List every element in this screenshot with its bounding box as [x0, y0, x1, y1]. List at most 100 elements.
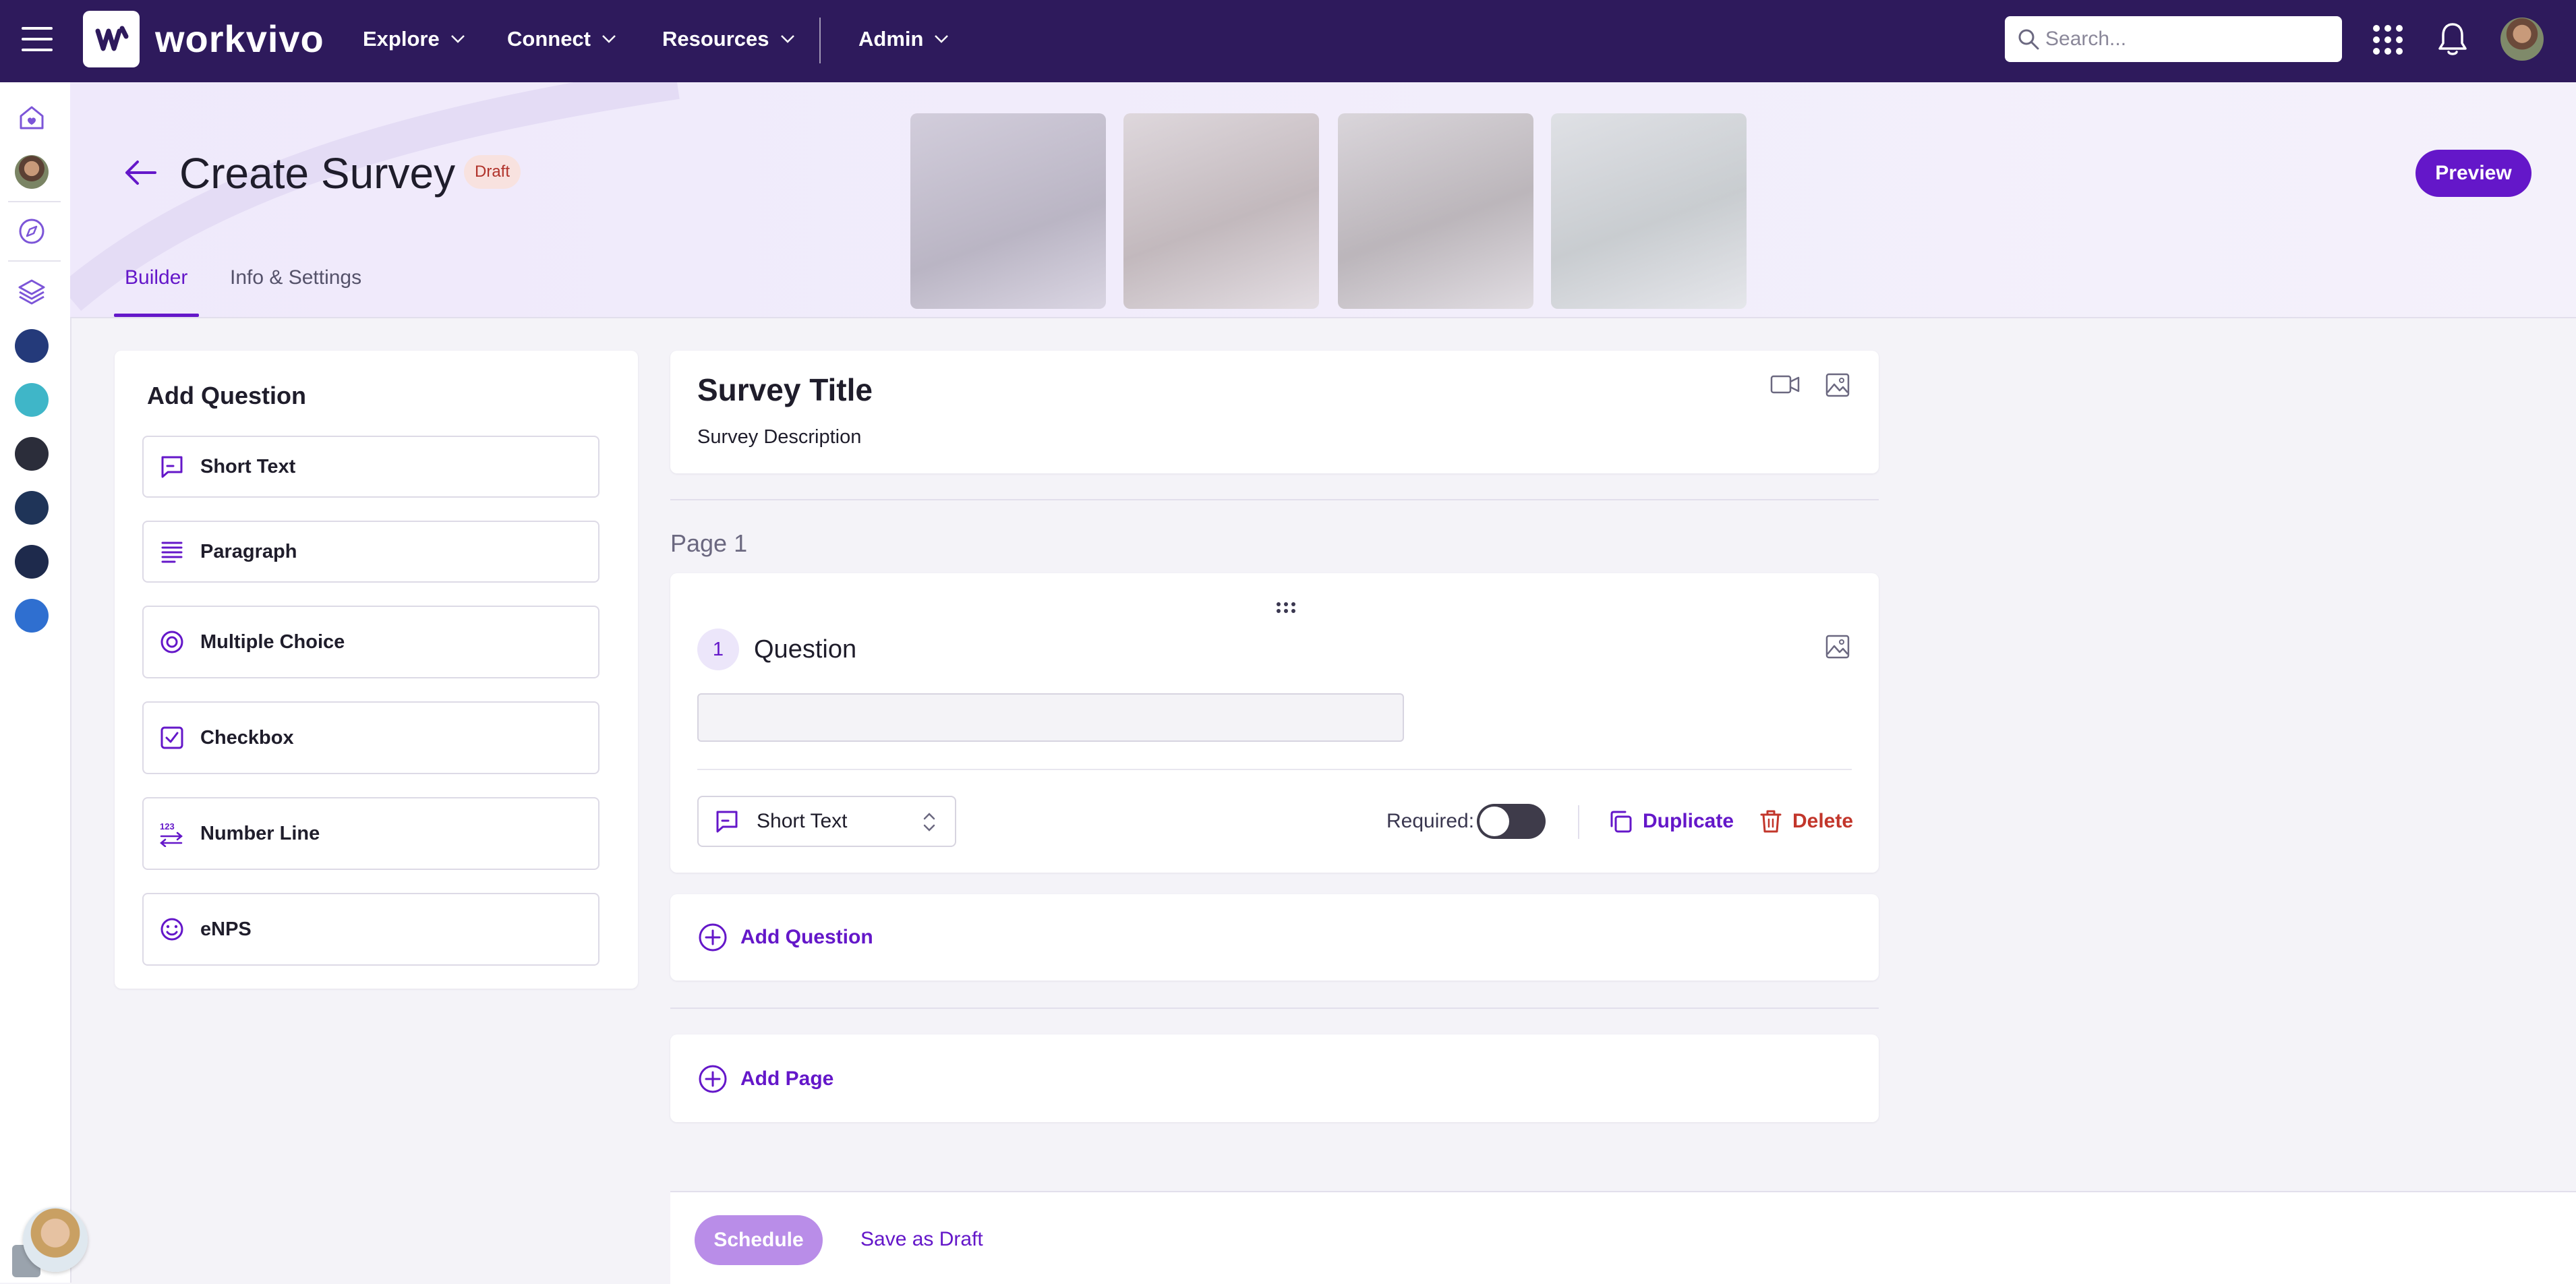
- add-page-label: Add Page: [740, 1068, 834, 1090]
- space-avatar[interactable]: [15, 599, 49, 633]
- assistant-avatar[interactable]: [23, 1207, 88, 1272]
- question-type-label: Short Text: [200, 455, 296, 477]
- plus-circle-icon: [699, 923, 727, 952]
- space-avatar[interactable]: [15, 383, 49, 417]
- chevron-down-icon: [450, 35, 465, 43]
- video-icon[interactable]: [1769, 372, 1801, 397]
- question-type-select[interactable]: Short Text: [697, 796, 956, 847]
- compass-icon[interactable]: [15, 214, 49, 248]
- question-type-checkbox[interactable]: Checkbox: [142, 701, 599, 774]
- required-label: Required:: [1386, 810, 1475, 832]
- question-type-label: eNPS: [200, 918, 252, 940]
- brand-name[interactable]: workvivo: [155, 15, 324, 63]
- question-card-divider: [697, 769, 1852, 770]
- active-tab-indicator: [114, 314, 199, 317]
- paragraph-icon: [161, 542, 183, 563]
- question-type-label: Multiple Choice: [200, 631, 345, 653]
- search-icon: [2018, 29, 2039, 50]
- required-toggle[interactable]: [1477, 804, 1546, 839]
- survey-title[interactable]: Survey Title: [697, 370, 873, 410]
- top-navigation-bar: workvivo Explore Connect Resources Admin: [0, 0, 2576, 82]
- page-label[interactable]: Page 1: [670, 529, 747, 558]
- question-type-label: Paragraph: [200, 540, 297, 562]
- profile-avatar[interactable]: [15, 155, 49, 189]
- schedule-button[interactable]: Schedule: [695, 1215, 823, 1265]
- nav-admin[interactable]: Admin: [858, 24, 949, 54]
- header-photo: [1551, 113, 1747, 309]
- rail-divider: [8, 201, 61, 202]
- space-avatar[interactable]: [15, 491, 49, 525]
- radio-icon: [160, 631, 183, 653]
- nav-resources[interactable]: Resources: [662, 24, 795, 54]
- preview-button[interactable]: Preview: [2416, 150, 2531, 197]
- rail-divider: [8, 260, 61, 262]
- image-icon[interactable]: [1825, 372, 1850, 398]
- action-divider: [1578, 805, 1579, 839]
- survey-description[interactable]: Survey Description: [697, 424, 861, 450]
- question-type-label: Number Line: [200, 822, 320, 844]
- header-photo: [1338, 113, 1533, 309]
- tab-info-settings[interactable]: Info & Settings: [230, 263, 361, 293]
- duplicate-button[interactable]: Duplicate: [1608, 805, 1734, 838]
- image-icon[interactable]: [1825, 634, 1850, 660]
- tab-builder[interactable]: Builder: [125, 263, 187, 293]
- hamburger-menu-icon[interactable]: [20, 24, 54, 54]
- apps-grid-icon[interactable]: [2372, 24, 2403, 55]
- nav-connect[interactable]: Connect: [507, 24, 616, 54]
- question-type-select-value: Short Text: [757, 810, 848, 832]
- nav-divider: [819, 18, 821, 63]
- question-type-number-line[interactable]: 123 Number Line: [142, 797, 599, 870]
- question-label: Question: [754, 635, 857, 664]
- trash-icon: [1760, 810, 1782, 833]
- nav-explore-label: Explore: [363, 27, 440, 51]
- user-avatar[interactable]: [2500, 18, 2544, 61]
- question-text-input[interactable]: [697, 693, 1404, 742]
- space-avatar[interactable]: [15, 545, 49, 579]
- add-question-button[interactable]: Add Question: [697, 921, 873, 954]
- toggle-knob: [1480, 807, 1509, 836]
- plus-circle-icon: [699, 1065, 727, 1093]
- layers-icon[interactable]: [15, 275, 49, 309]
- question-type-multiple-choice[interactable]: Multiple Choice: [142, 606, 599, 678]
- add-page-button[interactable]: Add Page: [697, 1063, 833, 1095]
- header-photo: [910, 113, 1106, 309]
- add-question-label: Add Question: [740, 926, 873, 948]
- nav-resources-label: Resources: [662, 27, 769, 51]
- nav-connect-label: Connect: [507, 27, 591, 51]
- add-page-card: [670, 1034, 1879, 1122]
- message-square-icon: [716, 811, 738, 833]
- space-avatar[interactable]: [15, 329, 49, 363]
- message-square-icon: [161, 456, 183, 478]
- chevron-down-icon: [602, 35, 616, 43]
- nav-admin-label: Admin: [858, 27, 924, 51]
- save-as-draft-button[interactable]: Save as Draft: [860, 1226, 983, 1253]
- search-input[interactable]: [2044, 27, 2330, 51]
- drag-handle-icon[interactable]: [1275, 600, 1297, 615]
- page-title: Create Survey: [179, 149, 456, 198]
- question-number: 1: [697, 629, 739, 670]
- status-badge: Draft: [464, 155, 521, 189]
- delete-button[interactable]: Delete: [1759, 805, 1853, 838]
- home-icon[interactable]: [15, 101, 49, 135]
- left-rail: [0, 82, 71, 1283]
- question-type-enps[interactable]: eNPS: [142, 893, 599, 966]
- chevron-down-icon: [780, 35, 794, 43]
- workvivo-logo-icon[interactable]: [83, 11, 140, 67]
- delete-label: Delete: [1792, 810, 1854, 832]
- section-divider: [670, 1008, 1879, 1009]
- checkbox-icon: [160, 726, 183, 749]
- chevron-down-icon: [935, 35, 949, 43]
- bell-icon[interactable]: [2437, 22, 2468, 57]
- back-arrow-icon[interactable]: [121, 154, 159, 192]
- smiley-icon: [160, 918, 183, 941]
- duplicate-label: Duplicate: [1643, 810, 1734, 832]
- chevron-up-down-icon: [923, 813, 935, 831]
- space-avatar[interactable]: [15, 437, 49, 471]
- section-divider: [670, 499, 1879, 500]
- question-type-paragraph[interactable]: Paragraph: [142, 521, 599, 583]
- nav-explore[interactable]: Explore: [363, 24, 465, 54]
- question-type-short-text[interactable]: Short Text: [142, 436, 599, 498]
- search-box[interactable]: [2005, 16, 2342, 62]
- question-type-label: Checkbox: [200, 726, 294, 749]
- add-question-title: Add Question: [147, 382, 306, 409]
